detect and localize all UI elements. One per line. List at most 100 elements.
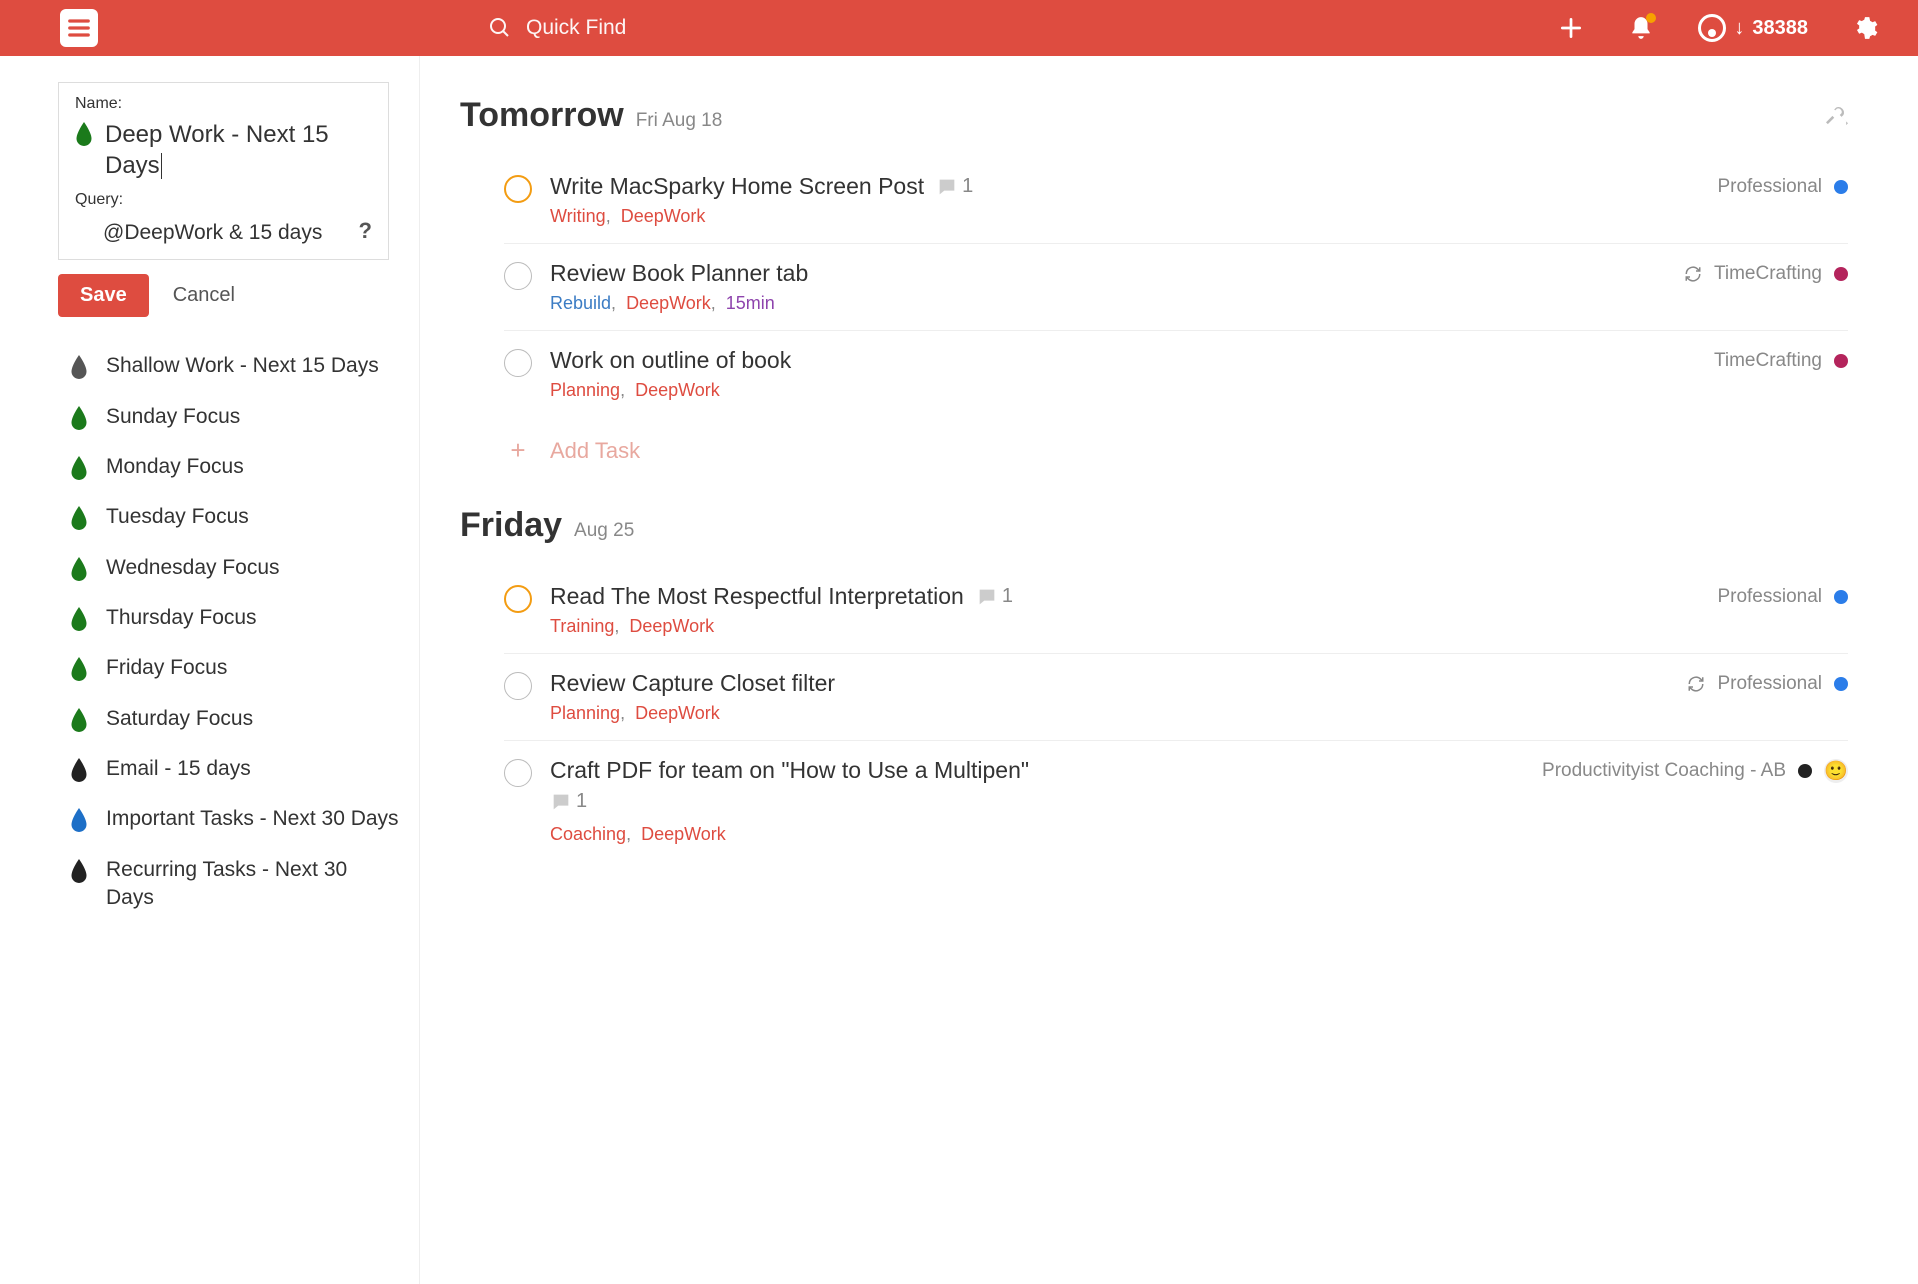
app-logo[interactable]	[60, 9, 98, 47]
settings-button[interactable]	[1852, 15, 1878, 41]
gear-icon	[1852, 15, 1878, 41]
section-header: Tomorrow Fri Aug 18	[460, 96, 1848, 135]
task-row[interactable]: Craft PDF for team on "How to Use a Mult…	[504, 741, 1848, 861]
project-color-dot	[1834, 677, 1848, 691]
karma-score[interactable]: ↓ 38388	[1698, 14, 1808, 42]
task-label[interactable]: DeepWork	[629, 616, 714, 636]
quick-add-button[interactable]	[1558, 15, 1584, 41]
filter-item-label: Shallow Work - Next 15 Days	[106, 352, 379, 380]
comment-icon	[936, 176, 958, 198]
filter-name-input[interactable]: Deep Work - Next 15 Days	[105, 119, 372, 181]
filter-item[interactable]: Email - 15 days	[0, 744, 419, 794]
filter-item[interactable]: Sunday Focus	[0, 392, 419, 442]
task-label[interactable]: DeepWork	[626, 293, 711, 313]
filter-item[interactable]: Recurring Tasks - Next 30 Days	[0, 845, 419, 924]
task-checkbox[interactable]	[504, 262, 532, 290]
task-title: Work on outline of book	[550, 347, 791, 374]
comment-count[interactable]: 1	[936, 175, 973, 198]
filter-item-label: Friday Focus	[106, 654, 227, 682]
task-project[interactable]: Professional	[1717, 586, 1822, 608]
task-checkbox[interactable]	[504, 349, 532, 377]
section-header: Friday Aug 25	[460, 506, 1848, 545]
task-label[interactable]: DeepWork	[621, 206, 706, 226]
drop-icon	[70, 859, 88, 883]
comment-count[interactable]: 1	[550, 790, 587, 813]
task-project[interactable]: Productivityist Coaching - AB	[1542, 760, 1786, 782]
task-row[interactable]: Review Capture Closet filter Professiona…	[504, 654, 1848, 741]
filter-item[interactable]: Important Tasks - Next 30 Days	[0, 794, 419, 844]
assignee-avatar[interactable]: 🙂	[1824, 759, 1848, 783]
project-color-dot	[1834, 180, 1848, 194]
filter-item[interactable]: Friday Focus	[0, 643, 419, 693]
task-label[interactable]: DeepWork	[641, 824, 726, 844]
task-row[interactable]: Review Book Planner tab TimeCrafting Reb…	[504, 244, 1848, 331]
task-label[interactable]: DeepWork	[635, 380, 720, 400]
task-labels: Planning, DeepWork	[550, 703, 1848, 724]
filter-item-label: Important Tasks - Next 30 Days	[106, 805, 399, 833]
todoist-logo-icon	[66, 15, 92, 41]
task-project[interactable]: Professional	[1717, 176, 1822, 198]
query-help-icon[interactable]: ?	[359, 218, 372, 244]
filter-item[interactable]: Saturday Focus	[0, 694, 419, 744]
task-label[interactable]: Coaching	[550, 824, 626, 844]
task-row[interactable]: Read The Most Respectful Interpretation …	[504, 567, 1848, 654]
save-button[interactable]: Save	[58, 274, 149, 317]
drop-icon	[70, 758, 88, 782]
comment-count[interactable]: 1	[976, 585, 1013, 608]
task-labels: Training, DeepWork	[550, 616, 1848, 637]
recurring-icon	[1687, 675, 1705, 693]
drop-icon	[70, 607, 88, 631]
recurring-indicator	[1687, 675, 1705, 693]
comment-icon	[550, 791, 572, 813]
task-label[interactable]: DeepWork	[635, 703, 720, 723]
notification-dot	[1646, 13, 1656, 23]
filter-item[interactable]: Wednesday Focus	[0, 543, 419, 593]
drop-icon	[70, 355, 88, 379]
task-row[interactable]: Work on outline of book TimeCrafting Pla…	[504, 331, 1848, 417]
notifications-button[interactable]	[1628, 15, 1654, 41]
filter-item-label: Saturday Focus	[106, 705, 253, 733]
task-project[interactable]: Professional	[1717, 673, 1822, 695]
filter-item[interactable]: Thursday Focus	[0, 593, 419, 643]
task-checkbox[interactable]	[504, 175, 532, 203]
karma-badge-icon	[1698, 14, 1726, 42]
task-label[interactable]: Writing	[550, 206, 606, 226]
tools-icon	[1826, 104, 1848, 126]
task-label[interactable]: 15min	[726, 293, 775, 313]
project-color-dot	[1834, 590, 1848, 604]
quick-find[interactable]: Quick Find	[488, 16, 626, 40]
filter-query-label: Query:	[75, 191, 372, 209]
task-labels: Planning, DeepWork	[550, 380, 1848, 401]
task-project[interactable]: TimeCrafting	[1714, 350, 1822, 372]
section-tools-button[interactable]	[1826, 104, 1848, 131]
filter-item[interactable]: Monday Focus	[0, 442, 419, 492]
cancel-button[interactable]: Cancel	[173, 284, 235, 307]
app-header: Quick Find ↓ 38388	[0, 0, 1918, 56]
task-checkbox[interactable]	[504, 585, 532, 613]
task-label[interactable]: Training	[550, 616, 614, 636]
drop-icon	[70, 657, 88, 681]
task-checkbox[interactable]	[504, 759, 532, 787]
task-checkbox[interactable]	[504, 672, 532, 700]
task-label[interactable]: Rebuild	[550, 293, 611, 313]
karma-points: 38388	[1752, 17, 1808, 40]
task-project[interactable]: TimeCrafting	[1714, 263, 1822, 285]
section-date: Fri Aug 18	[636, 110, 723, 132]
task-label[interactable]: Planning	[550, 703, 620, 723]
task-title: Write MacSparky Home Screen Post	[550, 173, 924, 200]
task-row[interactable]: Write MacSparky Home Screen Post 1 Profe…	[504, 157, 1848, 244]
add-task-button[interactable]: +Add Task	[460, 417, 1848, 506]
filter-item[interactable]: Shallow Work - Next 15 Days	[0, 341, 419, 391]
search-icon	[488, 16, 512, 40]
task-title: Review Book Planner tab	[550, 260, 808, 287]
task-labels: Rebuild, DeepWork, 15min	[550, 293, 1848, 314]
filter-query-input[interactable]: @DeepWork & 15 days	[103, 221, 347, 245]
plus-icon	[1558, 15, 1584, 41]
filter-item-label: Thursday Focus	[106, 604, 257, 632]
filter-item-label: Tuesday Focus	[106, 503, 249, 531]
task-label[interactable]: Planning	[550, 380, 620, 400]
section-title: Tomorrow	[460, 96, 624, 135]
filter-item-label: Sunday Focus	[106, 403, 240, 431]
task-title: Read The Most Respectful Interpretation	[550, 583, 964, 610]
filter-item[interactable]: Tuesday Focus	[0, 492, 419, 542]
